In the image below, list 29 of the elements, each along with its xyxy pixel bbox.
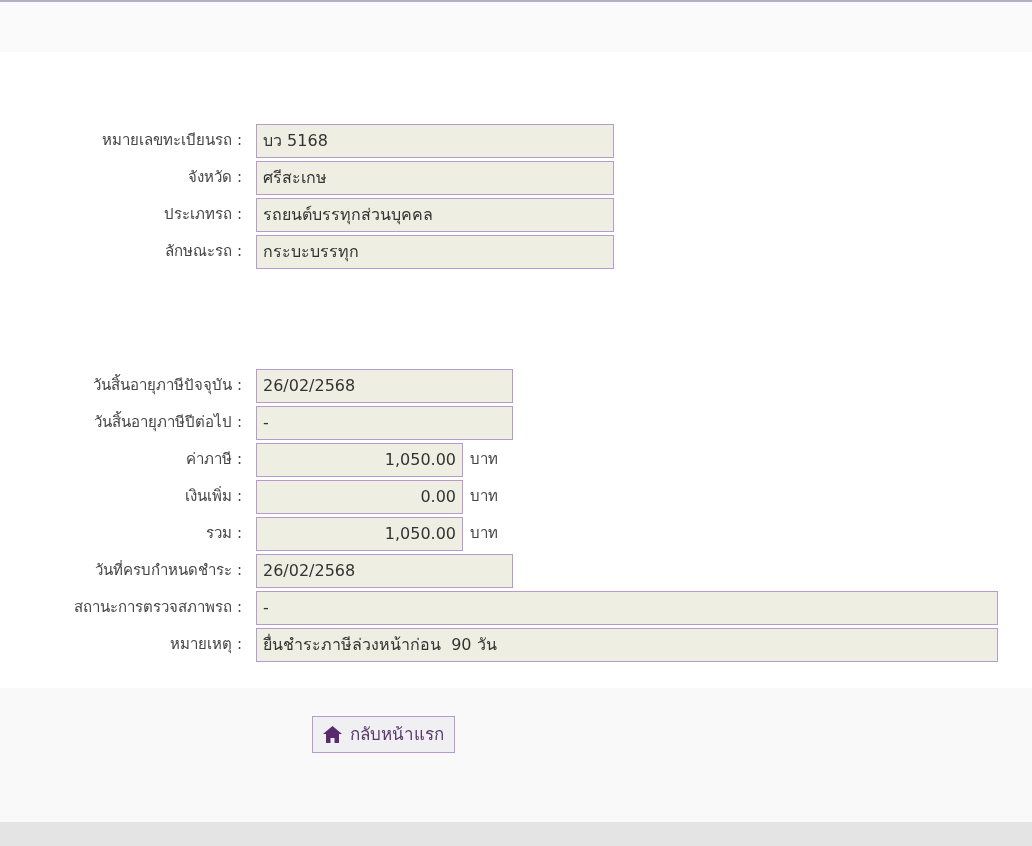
field-value[interactable]: ยื่นชำระภาษีล่วงหน้าก่อน 90 วัน [256,627,998,662]
field-label: วันสิ้นอายุภาษีปีต่อไป : [94,413,242,432]
field-label: วันสิ้นอายุภาษีปัจจุบัน : [93,376,242,395]
home-button[interactable]: กลับหน้าแรก [312,716,455,753]
field-label: ประเภทรถ : [164,205,242,224]
field-value[interactable]: - [256,405,513,440]
field-label: จังหวัด : [188,168,242,187]
field-value[interactable]: 0.00 [256,479,463,514]
field-value[interactable]: ศรีสะเกษ [256,160,614,195]
unit-label: บาท [470,449,498,471]
field-label: รวม : [206,524,242,543]
field-value[interactable]: 1,050.00 [256,516,463,551]
field-label: สถานะการตรวจสภาพรถ : [74,598,242,617]
field-label: ลักษณะรถ : [165,242,242,261]
field-label: ค่าภาษี : [186,450,242,469]
field-value[interactable]: รถยนต์บรรทุกส่วนบุคคล [256,197,614,232]
field-value[interactable]: กระบะบรรทุก [256,234,614,269]
unit-label: บาท [470,523,498,545]
field-label: เงินเพิ่ม : [185,487,242,506]
field-value[interactable]: - [256,590,998,625]
home-icon [323,726,342,743]
field-label: วันที่ครบกำหนดชำระ : [95,561,242,580]
field-value[interactable]: 1,050.00 [256,442,463,477]
unit-label: บาท [470,486,498,508]
field-value[interactable]: 26/02/2568 [256,368,513,403]
field-value[interactable]: บว 5168 [256,123,614,158]
field-label: หมายเลขทะเบียนรถ : [102,131,242,150]
field-value[interactable]: 26/02/2568 [256,553,513,588]
field-label: หมายเหตุ : [170,635,242,654]
